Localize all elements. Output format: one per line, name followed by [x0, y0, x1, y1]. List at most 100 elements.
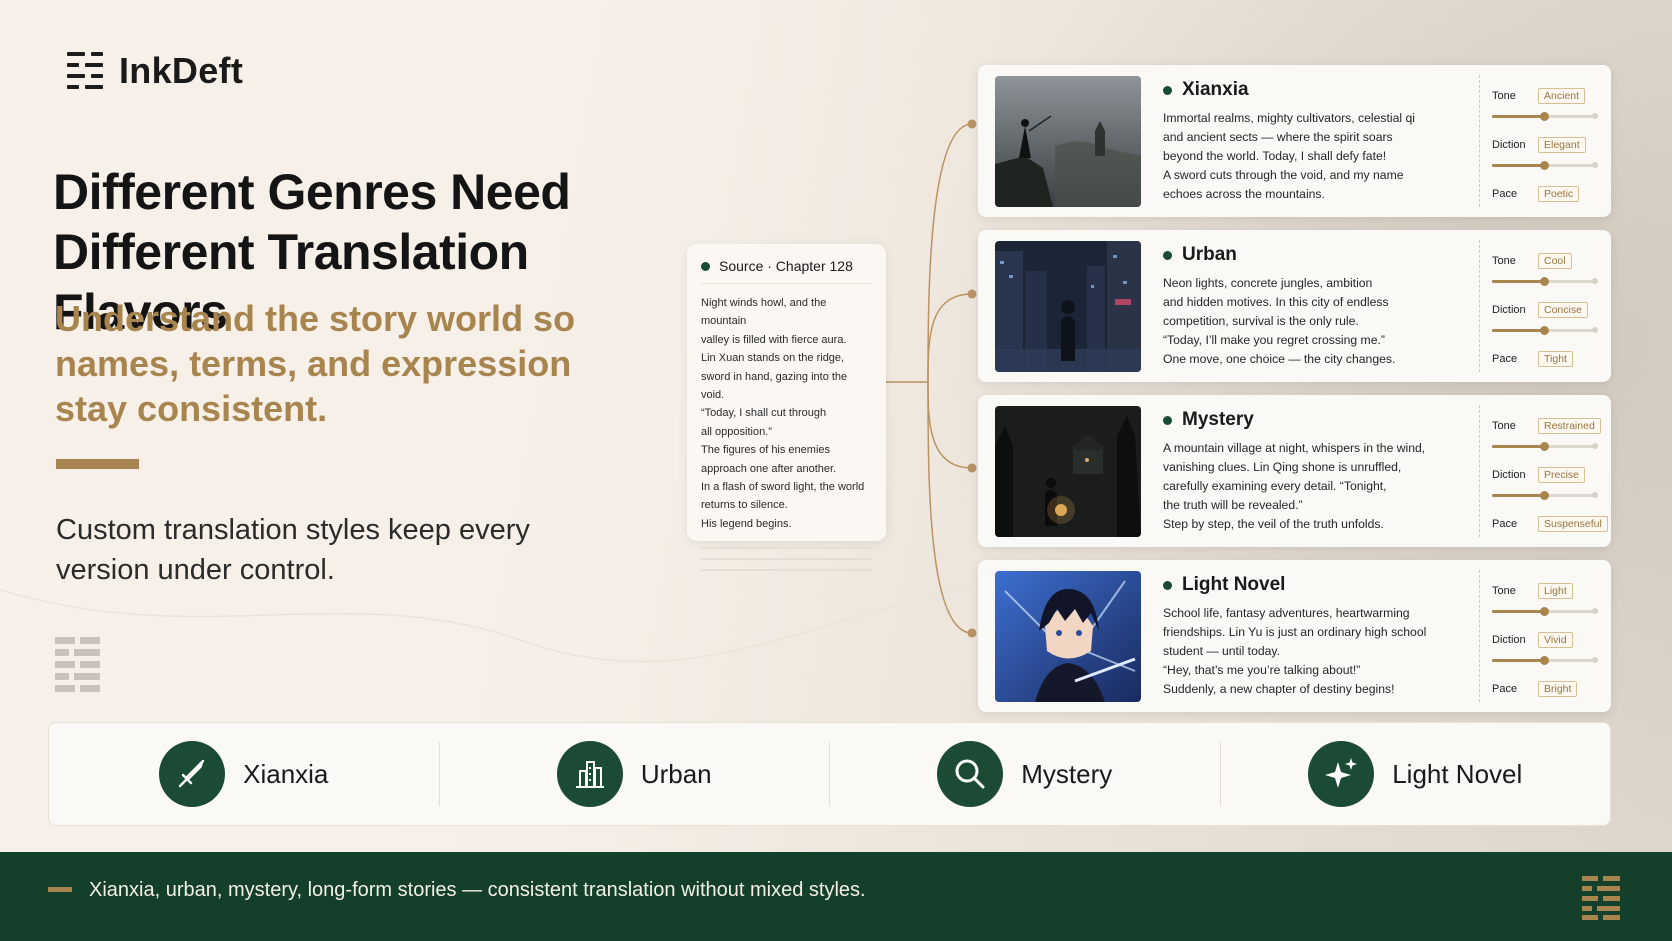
pace-chip[interactable]: Bright [1538, 681, 1578, 697]
genre-description-line: “Today, I’ll make you regret crossing me… [1163, 333, 1385, 347]
slider-knob[interactable] [1539, 161, 1549, 170]
diction-row: Diction Precise [1492, 467, 1586, 483]
city-buildings-icon [556, 741, 623, 807]
tab-urban[interactable]: Urban [440, 741, 830, 807]
tab-mystery[interactable]: Mystery [830, 741, 1221, 807]
source-line: returns to silence. [701, 499, 788, 512]
tone-row: Tone Cool [1492, 253, 1572, 269]
genre-title-text: Mystery [1182, 409, 1254, 430]
decorative-lines-icon [55, 637, 101, 693]
source-card-header: Source · Chapter 128 [701, 258, 872, 284]
diction-label: Diction [1492, 139, 1526, 151]
genre-tabs-bar: Xianxia Urban Mystery Light Novel [48, 722, 1611, 826]
tone-slider[interactable] [1492, 112, 1598, 121]
genre-description-line: beyond the world. Today, I shall defy fa… [1163, 149, 1387, 163]
footer-accent-dash [48, 887, 72, 892]
genre-card-mystery[interactable]: Mystery A mountain village at night, whi… [978, 395, 1611, 547]
genre-description-line: the truth will be revealed.” [1163, 498, 1303, 512]
tone-chip[interactable]: Ancient [1538, 88, 1586, 104]
diction-chip[interactable]: Vivid [1538, 632, 1573, 648]
genre-description: A mountain village at night, whispers in… [1163, 439, 1453, 534]
genre-title-text: Light Novel [1182, 574, 1286, 595]
slider-knob[interactable] [1539, 607, 1549, 616]
pace-label: Pace [1492, 188, 1518, 200]
genre-description: Immortal realms, mighty cultivators, cel… [1163, 109, 1453, 204]
diction-row: Diction Concise [1492, 302, 1588, 318]
urban-night-city-image [995, 241, 1141, 372]
genre-description-line: and ancient sects — where the spirit soa… [1163, 130, 1393, 144]
genre-description: Neon lights, concrete jungles, ambition … [1163, 274, 1453, 369]
slider-knob[interactable] [1539, 326, 1549, 335]
tab-label: Xianxia [243, 758, 329, 789]
source-chapter-card[interactable]: Source · Chapter 128 Night winds howl, a… [687, 244, 886, 572]
status-dot-icon [1163, 580, 1172, 590]
style-controls: Tone Light Diction Vivid Pace Bright [1479, 570, 1604, 702]
genre-description-line: A sword cuts through the void, and my na… [1163, 168, 1404, 182]
diction-row: Diction Vivid [1492, 632, 1573, 648]
genre-card-light-novel[interactable]: Light Novel School life, fantasy adventu… [978, 560, 1611, 712]
pace-row: Pace Tight [1492, 351, 1573, 367]
tone-row: Tone Ancient [1492, 88, 1586, 104]
slider-knob[interactable] [1539, 442, 1549, 451]
diction-slider[interactable] [1492, 161, 1598, 170]
source-text: Night winds howl, and the mountain valle… [701, 294, 872, 533]
genre-title-text: Xianxia [1182, 79, 1249, 100]
placeholder-lines [701, 547, 872, 572]
genre-description-line: A mountain village at night, whispers in… [1163, 441, 1426, 455]
source-line: In a flash of sword light, the world [701, 481, 865, 494]
diction-slider[interactable] [1492, 656, 1598, 665]
tone-label: Tone [1492, 255, 1516, 267]
genre-description-line: echoes across the mountains. [1163, 187, 1325, 201]
light-novel-anime-hero-image [995, 571, 1141, 702]
genre-description-line: School life, fantasy adventures, heartwa… [1163, 606, 1410, 620]
source-line: sword in hand, gazing into the void. [701, 370, 848, 402]
tone-chip[interactable]: Cool [1538, 253, 1572, 269]
genre-description-line: One move, one choice — the city changes. [1163, 352, 1396, 366]
xianxia-swordsman-cliff-image [995, 76, 1141, 207]
tab-label: Light Novel [1392, 758, 1523, 789]
footer-logo-icon [1582, 876, 1620, 920]
slider-knob[interactable] [1539, 277, 1549, 286]
tone-slider[interactable] [1492, 277, 1598, 286]
footer-text: Xianxia, urban, mystery, long-form stori… [89, 879, 866, 901]
genre-description-line: Suddenly, a new chapter of destiny begin… [1163, 682, 1395, 696]
genre-description-line: Immortal realms, mighty cultivators, cel… [1163, 111, 1415, 125]
tab-xianxia[interactable]: Xianxia [49, 741, 440, 807]
status-dot-icon [701, 261, 710, 271]
status-dot-icon [1163, 85, 1172, 95]
slider-knob[interactable] [1539, 656, 1549, 665]
genre-description: School life, fantasy adventures, heartwa… [1163, 604, 1453, 699]
pace-chip[interactable]: Tight [1538, 351, 1573, 367]
tone-slider[interactable] [1492, 607, 1598, 616]
genre-card-urban[interactable]: Urban Neon lights, concrete jungles, amb… [978, 230, 1611, 382]
genre-description-line: Neon lights, concrete jungles, ambition [1163, 276, 1373, 290]
source-line: approach one after another. [701, 462, 837, 475]
genre-description-line: Step by step, the veil of the truth unfo… [1163, 517, 1384, 531]
source-line: His legend begins. [701, 517, 792, 530]
diction-chip[interactable]: Concise [1538, 302, 1588, 318]
brand-logo[interactable]: InkDeft [67, 50, 243, 92]
genre-card-xianxia[interactable]: Xianxia Immortal realms, mighty cultivat… [978, 65, 1611, 217]
diction-slider[interactable] [1492, 491, 1598, 500]
tone-chip[interactable]: Restrained [1538, 418, 1601, 434]
tone-chip[interactable]: Light [1538, 583, 1573, 599]
source-line: “Today, I shall cut through [701, 407, 827, 420]
tab-light-novel[interactable]: Light Novel [1221, 741, 1611, 807]
slider-knob[interactable] [1539, 491, 1549, 500]
tone-label: Tone [1492, 585, 1516, 597]
pace-chip[interactable]: Suspenseful [1538, 516, 1608, 532]
diction-chip[interactable]: Elegant [1538, 137, 1586, 153]
footer-banner: Xianxia, urban, mystery, long-form stori… [0, 852, 1672, 941]
page-subtitle: Understand the story world so names, ter… [55, 298, 576, 429]
diction-chip[interactable]: Precise [1538, 467, 1586, 483]
pace-chip[interactable]: Poetic [1538, 186, 1580, 202]
pace-row: Pace Poetic [1492, 186, 1580, 202]
slider-knob[interactable] [1539, 112, 1549, 121]
diction-slider[interactable] [1492, 326, 1598, 335]
source-line: Night winds howl, and the mountain [701, 297, 827, 328]
tone-label: Tone [1492, 420, 1516, 432]
mystery-dark-forest-image [995, 406, 1141, 537]
style-controls: Tone Cool Diction Concise Pace Tight [1479, 240, 1604, 372]
tone-row: Tone Restrained [1492, 418, 1601, 434]
tone-slider[interactable] [1492, 442, 1598, 451]
